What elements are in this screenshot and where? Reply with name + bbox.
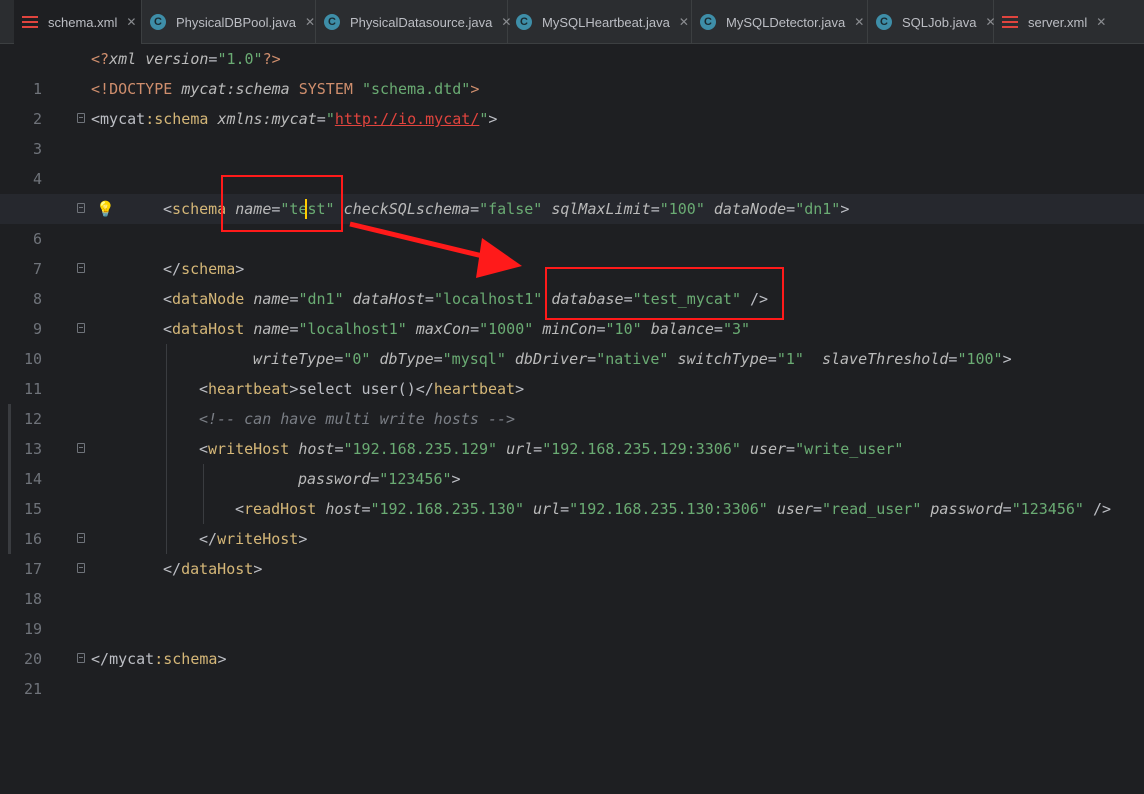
tab-server-xml[interactable]: server.xml ✕ <box>994 0 1144 44</box>
xml-file-icon <box>1002 14 1018 30</box>
close-icon[interactable]: ✕ <box>1096 15 1106 29</box>
close-icon[interactable]: ✕ <box>854 15 864 29</box>
close-icon[interactable]: ✕ <box>126 15 136 29</box>
tab-label: MySQLHeartbeat.java <box>542 14 670 30</box>
close-icon[interactable]: ✕ <box>679 15 689 29</box>
xml-file-icon <box>22 14 38 30</box>
editor-tab-bar: schema.xml ✕ C PhysicalDBPool.java ✕ C P… <box>0 0 1144 44</box>
tab-label: schema.xml <box>48 14 118 30</box>
tab-mysqlheartbeat[interactable]: C MySQLHeartbeat.java ✕ <box>508 0 692 44</box>
tab-label: PhysicalDBPool.java <box>176 14 296 30</box>
tab-physicaldbpool[interactable]: C PhysicalDBPool.java ✕ <box>142 0 316 44</box>
java-class-icon: C <box>700 14 716 30</box>
tab-label: MySQLDetector.java <box>726 14 846 30</box>
tab-mysqldetector[interactable]: C MySQLDetector.java ✕ <box>692 0 868 44</box>
tab-sqljob[interactable]: C SQLJob.java ✕ <box>868 0 996 44</box>
java-class-icon: C <box>876 14 892 30</box>
tab-label: SQLJob.java <box>902 14 977 30</box>
annotation-arrow <box>349 221 522 278</box>
close-icon[interactable]: ✕ <box>305 15 315 29</box>
tab-schema-xml[interactable]: schema.xml ✕ <box>14 0 142 44</box>
java-class-icon: C <box>150 14 166 30</box>
tab-label: PhysicalDatasource.java <box>350 14 493 30</box>
java-class-icon: C <box>324 14 340 30</box>
code-editor[interactable]: 1 <?xml version="1.0"?> 2 <!DOCTYPE myca… <box>0 44 1144 700</box>
tab-label: server.xml <box>1028 14 1088 30</box>
java-class-icon: C <box>516 14 532 30</box>
tab-physicaldatasource[interactable]: C PhysicalDatasource.java ✕ <box>316 0 511 44</box>
